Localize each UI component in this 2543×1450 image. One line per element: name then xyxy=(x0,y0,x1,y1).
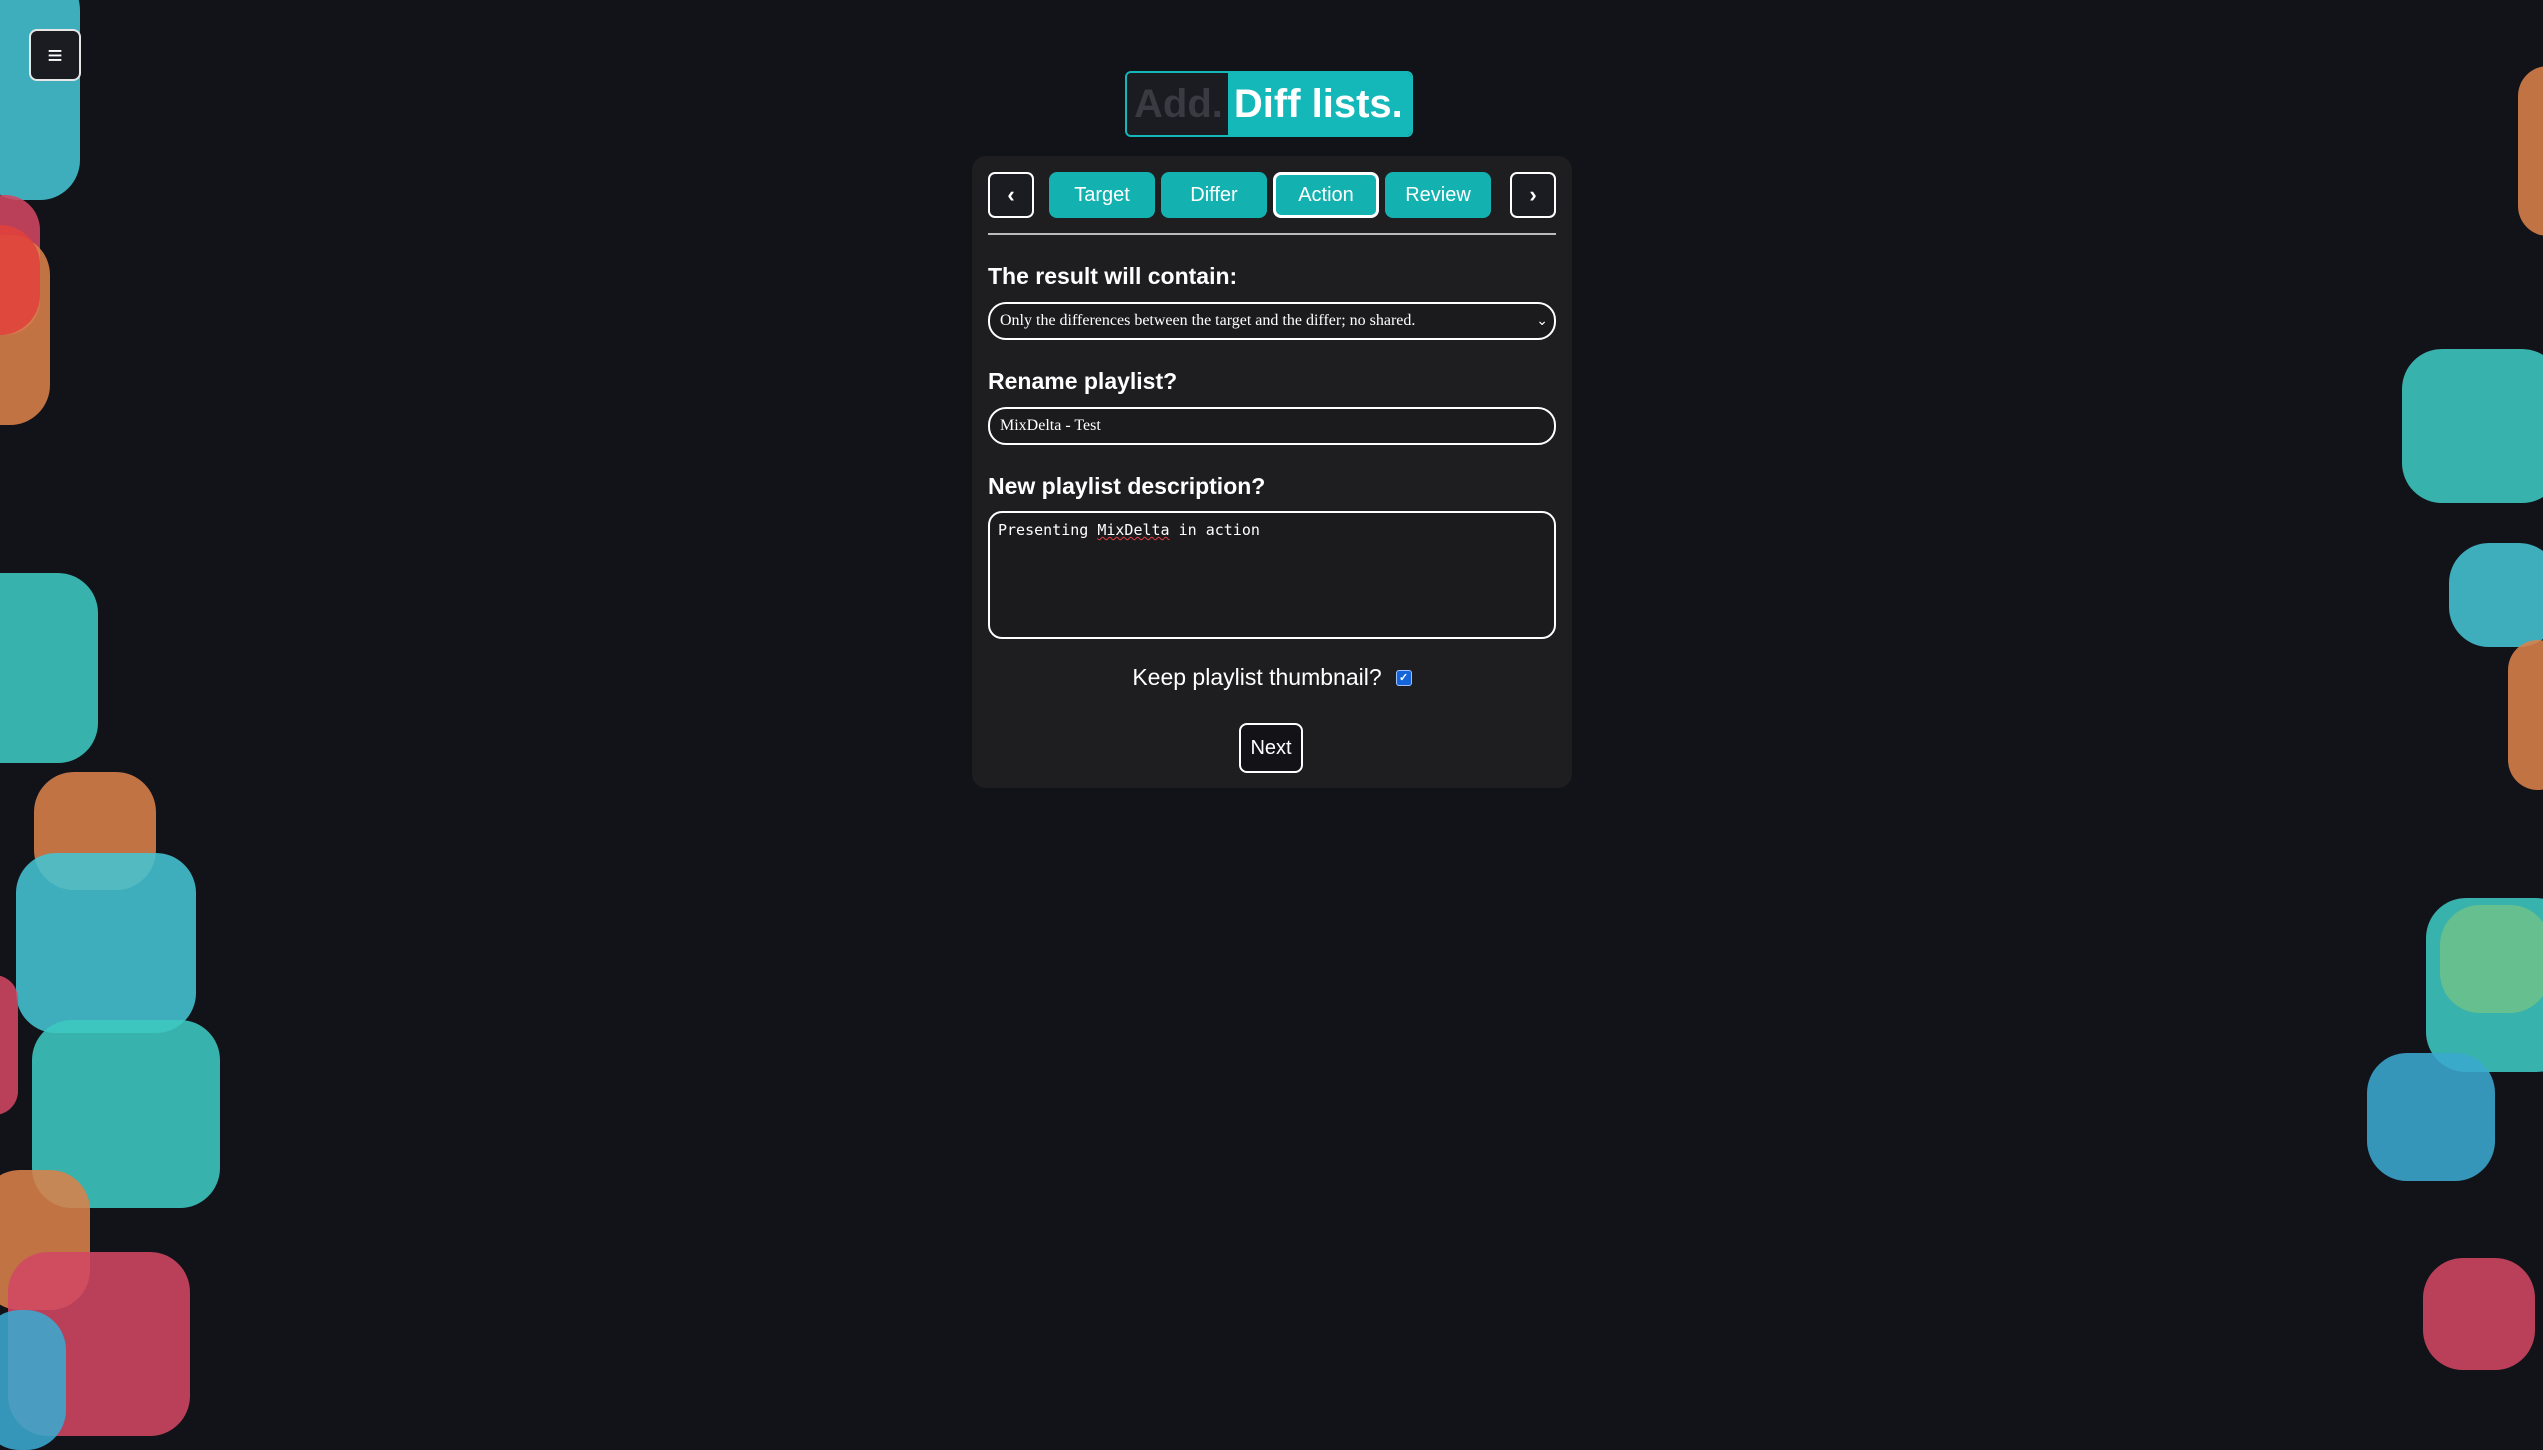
logo-add-text: Add. xyxy=(1127,73,1228,135)
background-tile xyxy=(2508,640,2543,790)
playlist-description-textarea[interactable]: Presenting MixDelta in action xyxy=(988,511,1556,639)
description-text-suffix: in action xyxy=(1169,521,1260,539)
chevron-down-icon: ⌄ xyxy=(1536,314,1548,329)
tab-review[interactable]: Review xyxy=(1385,172,1491,218)
next-button[interactable]: Next xyxy=(1239,723,1303,773)
description-label: New playlist description? xyxy=(988,473,1266,499)
result-select-value: Only the differences between the target … xyxy=(1000,312,1416,329)
rename-label: Rename playlist? xyxy=(988,368,1178,394)
divider xyxy=(988,233,1556,235)
chevron-right-icon: › xyxy=(1529,182,1537,207)
tab-differ[interactable]: Differ xyxy=(1161,172,1267,218)
keep-thumbnail-checkbox[interactable]: ✓ xyxy=(1395,669,1412,686)
description-text-brand: MixDelta xyxy=(1097,521,1170,539)
background-tile xyxy=(2440,905,2543,1013)
description-text-prefix: Presenting xyxy=(998,521,1098,539)
wizard-panel: ‹ Target Differ Action Review › The resu… xyxy=(972,156,1572,788)
background-tile xyxy=(0,975,18,1115)
rename-playlist-value: MixDelta - Test xyxy=(1000,417,1101,434)
background-tile xyxy=(2423,1258,2535,1370)
background-tile xyxy=(0,1310,66,1450)
app-logo: Add. Diff lists. xyxy=(1125,71,1413,137)
background-tile xyxy=(2518,66,2543,236)
rename-playlist-input[interactable]: MixDelta - Test xyxy=(988,407,1556,445)
logo-diff-text: Diff lists. xyxy=(1227,73,1411,135)
previous-step-button[interactable]: ‹ xyxy=(988,172,1034,218)
background-tile xyxy=(2367,1053,2495,1181)
keep-thumbnail-label: Keep playlist thumbnail? xyxy=(1132,664,1382,690)
background-tile xyxy=(2402,349,2543,503)
result-label: The result will contain: xyxy=(988,263,1238,289)
hamburger-menu-button[interactable]: ≡ xyxy=(29,29,81,81)
chevron-left-icon: ‹ xyxy=(1007,182,1015,207)
background-tile xyxy=(2449,543,2543,647)
background-tile xyxy=(16,853,196,1033)
checkmark-icon: ✓ xyxy=(1399,672,1409,684)
tab-action[interactable]: Action xyxy=(1273,172,1379,218)
keep-thumbnail-row: Keep playlist thumbnail? ✓ xyxy=(972,664,1572,691)
hamburger-menu-icon: ≡ xyxy=(47,40,63,70)
background-tile xyxy=(0,573,98,763)
next-step-arrow-button[interactable]: › xyxy=(1510,172,1556,218)
tab-target[interactable]: Target xyxy=(1049,172,1155,218)
result-select[interactable]: Only the differences between the target … xyxy=(988,302,1556,340)
